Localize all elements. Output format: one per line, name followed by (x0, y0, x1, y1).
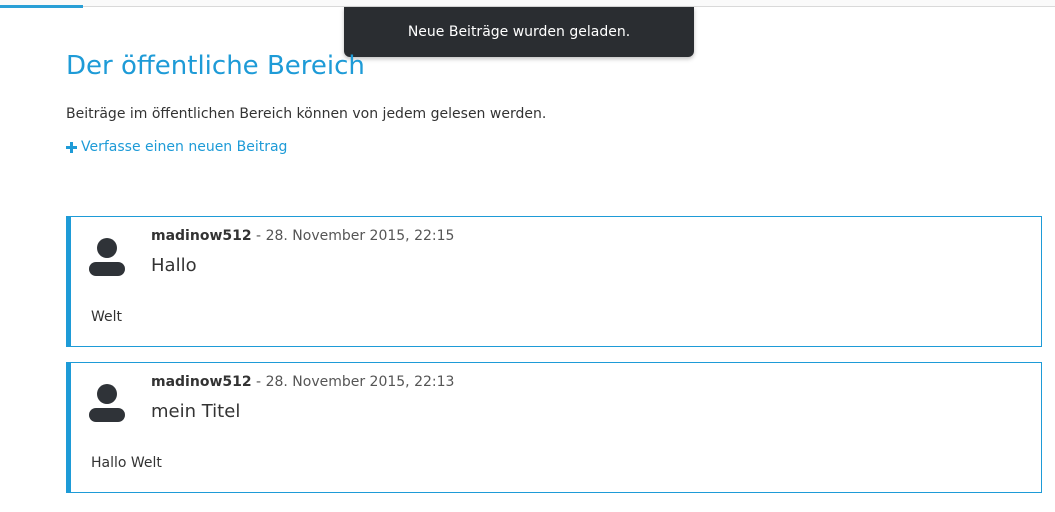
new-post-link[interactable]: Verfasse einen neuen Beitrag (66, 139, 287, 155)
post-title: Hallo (151, 255, 197, 276)
user-avatar-icon (89, 238, 125, 276)
meta-separator: - (251, 228, 266, 244)
plus-icon (66, 141, 77, 153)
post-meta: madinow512 - 28. November 2015, 22:13 (151, 374, 454, 390)
post-date: 28. November 2015, 22:15 (265, 228, 455, 244)
post-body: Welt (91, 309, 123, 325)
active-tab-indicator (0, 5, 83, 8)
user-avatar-icon (89, 384, 125, 422)
notification-toast: Neue Beiträge wurden geladen. (344, 7, 694, 57)
page-title: Der öffentliche Bereich (66, 51, 365, 81)
post-card: madinow512 - 28. November 2015, 22:13 me… (66, 362, 1042, 493)
post-title: mein Titel (151, 401, 241, 422)
top-bar (0, 0, 1055, 8)
post-author[interactable]: madinow512 (151, 374, 252, 390)
new-post-label: Verfasse einen neuen Beitrag (81, 139, 288, 155)
meta-separator: - (251, 374, 266, 390)
post-meta: madinow512 - 28. November 2015, 22:15 (151, 228, 454, 244)
post-author[interactable]: madinow512 (151, 228, 252, 244)
page-description: Beiträge im öffentlichen Bereich können … (66, 106, 547, 122)
toast-message: Neue Beiträge wurden geladen. (407, 24, 631, 40)
post-card: madinow512 - 28. November 2015, 22:15 Ha… (66, 216, 1042, 347)
post-date: 28. November 2015, 22:13 (265, 374, 455, 390)
post-body: Hallo Welt (91, 455, 162, 471)
